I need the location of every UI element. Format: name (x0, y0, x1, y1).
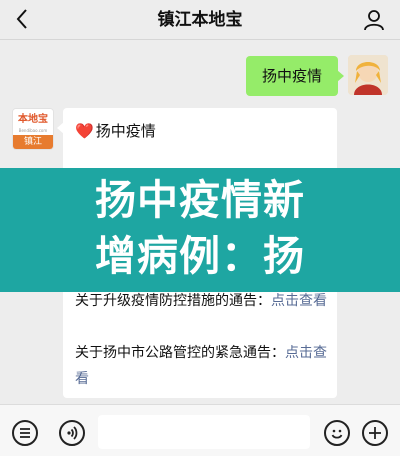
emoji-button[interactable] (324, 420, 350, 446)
notice-item-2: 关于扬中市公路管控的紧急通告：点击查看 (75, 340, 329, 392)
menu-icon (20, 428, 30, 438)
notice-item-2-text: 关于扬中市公路管控的紧急通告： (75, 345, 285, 361)
brand-logo-url: Bendibao.com (18, 128, 48, 133)
add-icon (369, 427, 381, 439)
banner-line-2: 增病例：扬 (95, 232, 305, 280)
banner-line-1: 扬中疫情新 (95, 176, 305, 224)
brand-avatar[interactable]: 本地宝 Bendibao.com 镇江 (12, 108, 54, 150)
add-button[interactable] (362, 420, 388, 446)
emoji-icon (331, 429, 343, 439)
chat-title: 镇江本地宝 (157, 10, 243, 30)
outgoing-message-bubble[interactable]: 扬中疫情 (246, 56, 344, 96)
input-toolbar (0, 404, 400, 456)
overlay-banner-text: 扬中疫情新 增病例：扬 (0, 172, 400, 292)
avatar-image (348, 55, 388, 95)
message-input[interactable] (98, 415, 310, 449)
my-avatar[interactable] (348, 55, 388, 95)
chat-header: 镇江本地宝 (0, 0, 400, 40)
voice-button[interactable] (59, 420, 85, 446)
brand-city: 镇江 (13, 135, 53, 149)
profile-button[interactable] (362, 8, 386, 32)
user-icon (364, 10, 384, 31)
heart-icon: ❤️ (75, 122, 94, 140)
voice-icon (67, 426, 78, 440)
card-heading: ❤️ 扬中疫情 (75, 120, 156, 142)
menu-button[interactable] (12, 420, 38, 446)
notice-item-1-text: 关于升级疫情防控措施的通告： (75, 293, 271, 309)
card-heading-text: 扬中疫情 (95, 122, 156, 140)
notice-item-1-link[interactable]: 点击查看 (271, 293, 327, 309)
